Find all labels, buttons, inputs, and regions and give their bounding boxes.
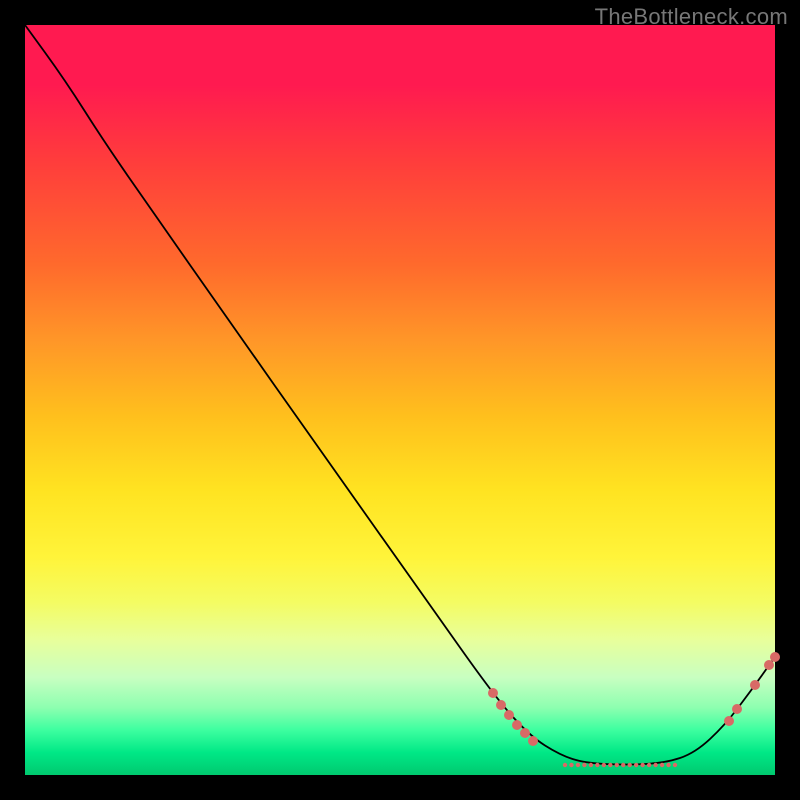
data-point-dot xyxy=(750,680,760,690)
data-point-dot xyxy=(602,763,606,767)
data-point-dot xyxy=(563,763,567,767)
data-point-dot xyxy=(660,763,664,767)
highlight-dots-left xyxy=(488,688,538,746)
data-point-dot xyxy=(647,763,651,767)
data-point-dot xyxy=(653,763,657,767)
data-point-dot xyxy=(770,652,780,662)
data-point-dot xyxy=(582,763,586,767)
data-point-dot xyxy=(569,763,573,767)
data-point-dot xyxy=(496,700,506,710)
data-point-dot xyxy=(528,736,538,746)
data-point-dot xyxy=(634,763,638,767)
data-point-dot xyxy=(615,763,619,767)
data-point-dot xyxy=(724,716,734,726)
data-point-dot xyxy=(576,763,580,767)
bottleneck-curve-line xyxy=(25,25,775,765)
data-point-dot xyxy=(673,763,677,767)
watermark-text: TheBottleneck.com xyxy=(595,4,788,30)
data-point-dot xyxy=(520,728,530,738)
data-point-dot xyxy=(732,704,742,714)
data-point-dot xyxy=(640,763,644,767)
data-point-dot xyxy=(488,688,498,698)
chart-svg xyxy=(25,25,775,775)
data-point-dot xyxy=(628,763,632,767)
chart-plot-area xyxy=(25,25,775,775)
data-point-dot xyxy=(666,763,670,767)
data-point-dot xyxy=(595,763,599,767)
data-point-dot xyxy=(504,710,514,720)
data-point-dot xyxy=(608,763,612,767)
data-point-dot xyxy=(621,763,625,767)
data-point-dot xyxy=(764,660,774,670)
data-point-dot xyxy=(589,763,593,767)
data-point-dot xyxy=(512,720,522,730)
